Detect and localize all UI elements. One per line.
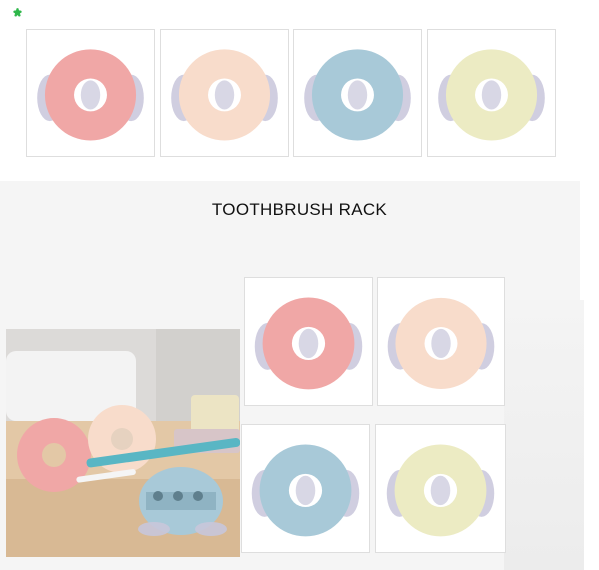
cream-ring-image bbox=[171, 49, 278, 141]
yellow-ring-image bbox=[438, 49, 545, 141]
product-tile-blue-bottom[interactable] bbox=[241, 424, 370, 553]
pink-ring-image bbox=[254, 297, 363, 390]
product-tile-yellow-top[interactable] bbox=[427, 29, 556, 157]
lower-band-right bbox=[504, 300, 584, 570]
product-tile-pink-top[interactable] bbox=[26, 29, 155, 157]
caption-title: TOOTHBRUSH RACK bbox=[211, 200, 388, 219]
product-tile-pink-bottom[interactable] bbox=[244, 277, 373, 406]
yellow-ring-image bbox=[386, 444, 495, 537]
lifestyle-photo bbox=[6, 329, 240, 557]
product-tile-cream-bottom[interactable] bbox=[377, 277, 505, 406]
blue-ring-image bbox=[251, 444, 360, 537]
pink-ring-image bbox=[37, 49, 144, 141]
green-mark-icon bbox=[13, 8, 22, 17]
blue-ring-image bbox=[304, 49, 411, 141]
product-tile-cream-top[interactable] bbox=[160, 29, 289, 157]
cream-ring-image bbox=[387, 297, 495, 389]
product-tile-blue-top[interactable] bbox=[293, 29, 422, 157]
product-tile-yellow-bottom[interactable] bbox=[375, 424, 506, 553]
